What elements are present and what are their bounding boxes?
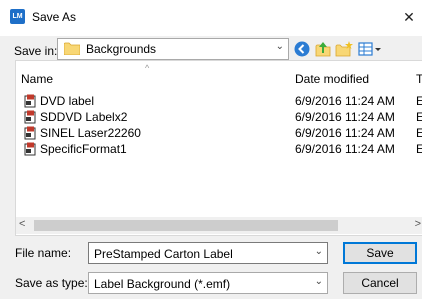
file-name: SpecificFormat1: [40, 142, 127, 156]
up-folder-icon[interactable]: [314, 40, 332, 58]
save-in-label: Save in:: [14, 44, 58, 58]
label-file-icon: [24, 126, 36, 140]
scrollbar-thumb[interactable]: [34, 220, 338, 231]
dialog-title: Save As: [32, 10, 77, 24]
column-header-date-modified[interactable]: Date modified: [295, 72, 369, 86]
cancel-button[interactable]: Cancel: [343, 272, 417, 294]
file-name: DVD label: [40, 94, 95, 108]
save-as-type-value: Label Background (*.emf): [94, 277, 231, 291]
file-type: E: [416, 94, 422, 108]
file-row[interactable]: SDDVD Labelx2 6/9/2016 11:24 AM E: [16, 109, 422, 125]
file-date: 6/9/2016 11:24 AM: [295, 142, 395, 156]
file-type: E: [416, 142, 422, 156]
file-list[interactable]: ^ Name Date modified Ty DVD label 6/9/20…: [15, 60, 422, 236]
file-row[interactable]: SINEL Laser22260 6/9/2016 11:24 AM E: [16, 125, 422, 141]
chevron-down-icon[interactable]: ⌄: [315, 246, 323, 257]
view-menu-icon[interactable]: [358, 40, 382, 58]
new-folder-icon[interactable]: [335, 40, 353, 58]
save-in-dropdown[interactable]: Backgrounds ⌄: [57, 38, 289, 60]
file-name-label: File name:: [15, 246, 72, 260]
file-row[interactable]: DVD label 6/9/2016 11:24 AM E: [16, 93, 422, 109]
file-name: SINEL Laser22260: [40, 126, 141, 140]
sort-ascending-icon: ^: [145, 63, 150, 73]
file-name-value[interactable]: PreStamped Carton Label: [94, 247, 233, 261]
file-date: 6/9/2016 11:24 AM: [295, 110, 395, 124]
column-header-name[interactable]: Name: [21, 72, 53, 86]
save-as-type-dropdown[interactable]: Label Background (*.emf) ⌄: [88, 272, 328, 294]
scroll-left-icon[interactable]: <: [19, 218, 25, 230]
save-in-value: Backgrounds: [86, 42, 157, 56]
close-button[interactable]: ✕: [396, 6, 422, 28]
back-icon[interactable]: [293, 40, 311, 58]
file-type: E: [416, 110, 422, 124]
save-as-type-label: Save as type:: [15, 276, 88, 290]
column-header-type[interactable]: Ty: [416, 72, 422, 86]
save-button[interactable]: Save: [343, 242, 417, 264]
file-date: 6/9/2016 11:24 AM: [295, 94, 395, 108]
file-date: 6/9/2016 11:24 AM: [295, 126, 395, 140]
chevron-down-icon: ⌄: [275, 41, 284, 52]
file-name: SDDVD Labelx2: [40, 110, 128, 124]
folder-icon: [64, 42, 80, 55]
label-file-icon: [24, 94, 36, 108]
file-row[interactable]: SpecificFormat1 6/9/2016 11:24 AM E: [16, 141, 422, 157]
label-file-icon: [24, 110, 36, 124]
chevron-down-icon: ⌄: [314, 276, 323, 287]
label-file-icon: [24, 142, 36, 156]
file-name-field[interactable]: PreStamped Carton Label ⌄: [88, 242, 328, 264]
file-type: E: [416, 126, 422, 140]
save-as-dialog: LM Save As ✕ Save in: Backgrounds ⌄ ^ Na…: [0, 0, 422, 299]
title-bar: LM Save As ✕: [0, 0, 422, 36]
scroll-right-icon[interactable]: >: [415, 218, 421, 230]
app-logo-icon: LM: [10, 9, 25, 24]
horizontal-scrollbar[interactable]: < >: [16, 217, 422, 234]
